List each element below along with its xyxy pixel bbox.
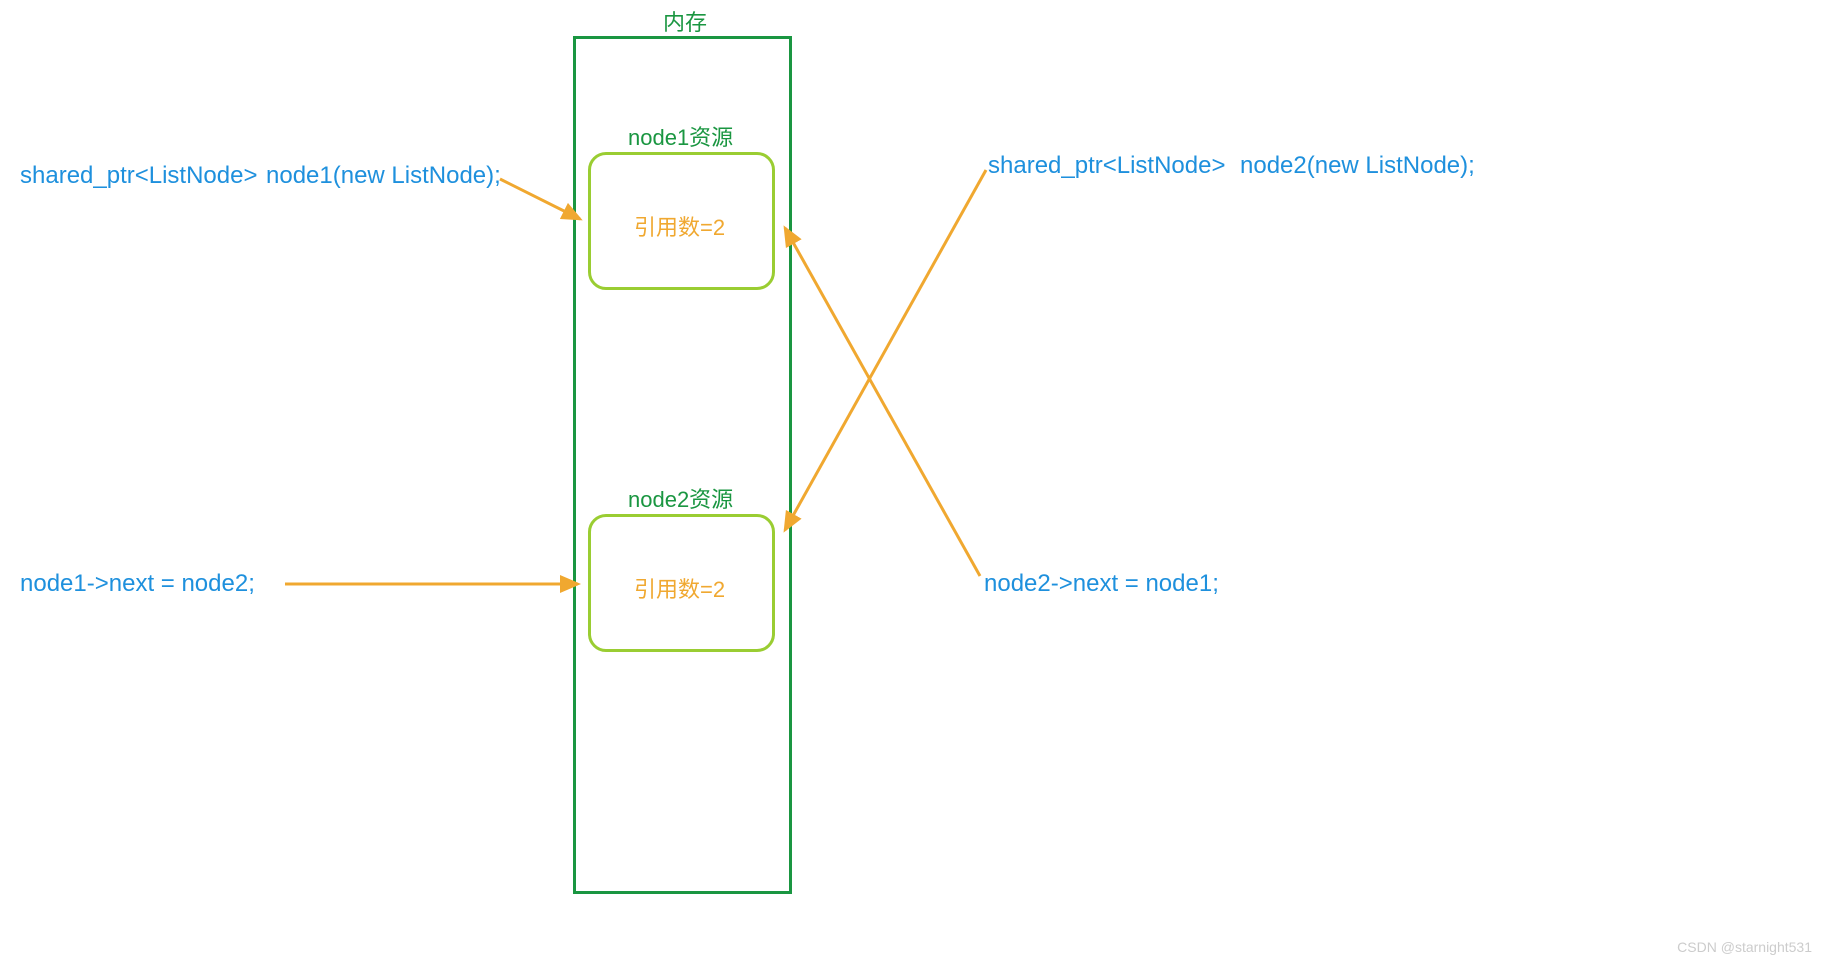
arrow-node2-next [785,228,980,576]
label-node2-next: node2->next = node1; [984,570,1219,598]
label-node1-new: node1(new ListNode); [266,162,501,190]
arrows-layer [0,0,1824,963]
label-node1-next: node1->next = node2; [20,570,255,598]
watermark: CSDN @starnight531 [1677,939,1812,955]
node1-title: node1资源 [628,120,733,152]
label-shared-ptr-node2: shared_ptr<ListNode> [988,152,1226,180]
label-shared-ptr-node1: shared_ptr<ListNode> [20,162,258,190]
memory-title: 内存 [663,5,707,37]
arrow-node2-decl [785,170,986,530]
node2-refcount: 引用数=2 [634,572,725,604]
node1-refcount: 引用数=2 [634,210,725,242]
node2-title: node2资源 [628,482,733,514]
arrow-node1-decl [500,179,580,219]
label-node2-new: node2(new ListNode); [1240,152,1475,180]
